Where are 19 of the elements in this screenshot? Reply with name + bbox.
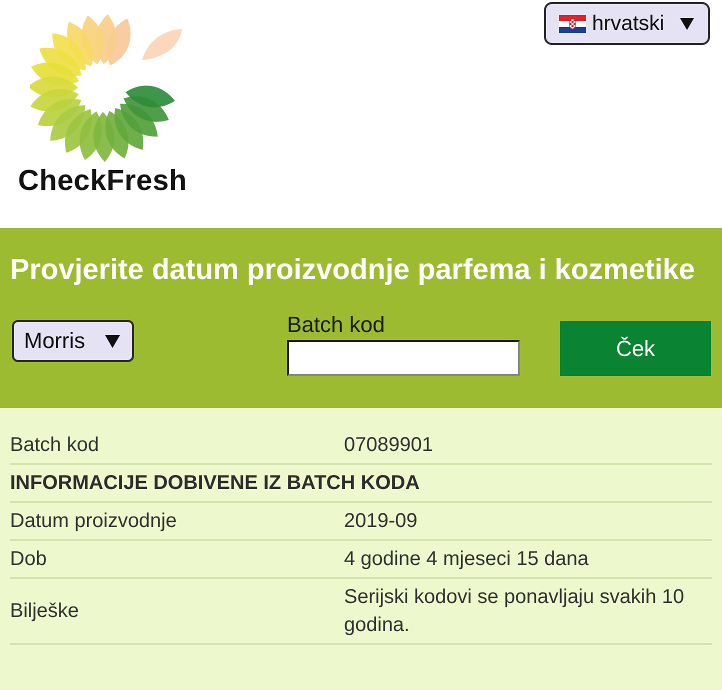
row-label: Bilješke: [10, 599, 80, 624]
section-heading: INFORMACIJE DOBIVENE IZ BATCH KODA: [10, 472, 420, 494]
row-label: Dob: [10, 547, 48, 572]
row-value: 07089901: [344, 433, 434, 458]
page-title: Provjerite datum proizvodnje parfema i kozmetike: [10, 253, 696, 288]
logo-text: CheckFresh: [18, 164, 188, 199]
caret-icon: [105, 334, 120, 348]
row-value: 4 godine 4 mjeseci 15 dana: [344, 547, 590, 572]
batch-code-input[interactable]: [287, 340, 520, 376]
row-value: 2019-09: [344, 509, 418, 534]
row-label: Datum proizvodnje: [10, 509, 178, 534]
flag-icon: [559, 14, 586, 32]
row-value: Serijski kodovi se ponavljaju svakih 10 godina.: [344, 585, 686, 638]
row-label: Batch kod: [10, 433, 100, 458]
batch-code-label: Batch kod: [287, 311, 386, 339]
brand-select[interactable]: Morris: [12, 320, 134, 362]
check-button[interactable]: Ček: [560, 321, 711, 376]
language-select[interactable]: hrvatski: [544, 2, 710, 45]
caret-icon: [680, 18, 694, 30]
